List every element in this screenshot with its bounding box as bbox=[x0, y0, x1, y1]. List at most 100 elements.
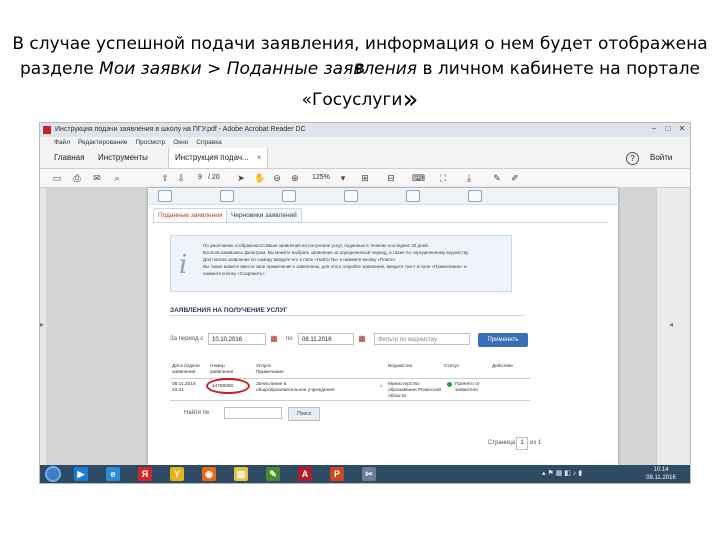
menu-item-file[interactable]: Файл bbox=[54, 137, 70, 148]
select-icon[interactable]: ➤ bbox=[236, 173, 246, 183]
caption-line-2: разделе Мои заявки > Поданные заявления … bbox=[10, 57, 710, 81]
apply-button[interactable]: Применить bbox=[478, 333, 528, 347]
menu-item-window[interactable]: Окно bbox=[173, 137, 188, 148]
caption-line-3: «Госуслуги» bbox=[10, 85, 710, 115]
hand-icon[interactable]: ✋ bbox=[254, 173, 265, 183]
calendar-icon[interactable]: ▦ bbox=[268, 333, 280, 345]
nav-catalog-icon[interactable] bbox=[158, 190, 172, 202]
tab-close-icon[interactable]: × bbox=[257, 153, 262, 162]
menu-item-view[interactable]: Просмотр bbox=[136, 137, 166, 148]
tab-document[interactable]: Инструкция подач... × bbox=[168, 148, 269, 168]
pager-current-input[interactable]: 1 bbox=[516, 437, 528, 450]
to-label: по bbox=[286, 336, 293, 342]
column-header-date: Дата подачи заявления bbox=[172, 364, 200, 375]
caption-line-2-prefix: разделе bbox=[19, 59, 100, 79]
print-icon[interactable]: ⎙ bbox=[72, 173, 82, 183]
fit-page-icon[interactable]: ⊞ bbox=[360, 173, 370, 183]
document-viewer[interactable]: ▸ ◂ Поданные заявления Черновики заявлен… bbox=[40, 188, 690, 465]
portal-nav-strip bbox=[148, 188, 618, 205]
info-line: Вы также можете ввести свое примечание к… bbox=[203, 264, 467, 269]
nav-payments-icon[interactable] bbox=[282, 190, 296, 202]
info-line: По умолчанию отображаются Ваши заявления… bbox=[203, 243, 429, 248]
pdf-icon bbox=[43, 126, 51, 134]
nav-settings-icon[interactable] bbox=[406, 190, 420, 202]
comment-icon[interactable]: ✎ bbox=[492, 173, 502, 183]
nav-orders-icon[interactable] bbox=[220, 190, 234, 202]
info-icon: i bbox=[179, 250, 188, 280]
firefox-icon[interactable]: ◉ bbox=[202, 467, 216, 481]
status-ok-icon bbox=[447, 382, 452, 387]
chevron-down-icon[interactable]: ▾ bbox=[338, 173, 348, 183]
close-icon[interactable]: ✕ bbox=[678, 125, 686, 133]
scroll-mode-icon[interactable]: ⊟ bbox=[386, 173, 396, 183]
powerpoint-icon[interactable]: P bbox=[330, 467, 344, 481]
date-from-input[interactable]: 10.10.2016 bbox=[208, 333, 266, 345]
page-down-icon[interactable]: ⇩ bbox=[176, 173, 186, 183]
nav-documents-icon[interactable] bbox=[344, 190, 358, 202]
mail-icon[interactable]: ✉ bbox=[92, 173, 102, 183]
ie-icon[interactable]: e bbox=[106, 467, 120, 481]
tab-home[interactable]: Главная bbox=[48, 148, 90, 168]
download-icon[interactable]: ⤓ bbox=[464, 173, 474, 183]
maximize-icon[interactable]: □ bbox=[664, 125, 672, 133]
tab-draft-applications[interactable]: Черновики заявлений bbox=[226, 208, 302, 223]
search-button[interactable]: Поиск bbox=[288, 407, 320, 421]
nav-messages-icon[interactable] bbox=[468, 190, 482, 202]
snipping-icon[interactable]: ✂ bbox=[362, 467, 376, 481]
keyboard-icon[interactable]: ⌨ bbox=[412, 173, 425, 183]
number-highlight-ellipse bbox=[206, 378, 250, 394]
right-pane[interactable]: ◂ bbox=[656, 188, 690, 465]
caption-quote-close: » bbox=[402, 85, 419, 115]
yandex-browser-icon[interactable]: Y bbox=[170, 467, 184, 481]
fullscreen-icon[interactable]: ⛶ bbox=[438, 173, 448, 183]
app-tab-bar: Главная Инструменты Инструкция подач... ×… bbox=[40, 148, 690, 169]
info-line: Воспользовавшись фильтром, Вы можете выб… bbox=[203, 250, 469, 255]
explorer-icon[interactable]: ▤ bbox=[234, 467, 248, 481]
menu-item-help[interactable]: Справка bbox=[196, 137, 222, 148]
save-icon[interactable]: ▭ bbox=[52, 173, 62, 183]
info-text: По умолчанию отображаются Ваши заявления… bbox=[203, 242, 503, 277]
zoom-in-icon[interactable]: ⊕ bbox=[290, 173, 300, 183]
tab-tools[interactable]: Инструменты bbox=[92, 148, 154, 168]
zoom-level[interactable]: 125% bbox=[312, 169, 330, 187]
system-tray[interactable]: ▴ ⚑ ▦ ◧ ♪ ▮ bbox=[542, 469, 582, 477]
pager-total: из 1 bbox=[530, 440, 542, 446]
left-pane-toggle[interactable]: ▸ bbox=[40, 188, 46, 465]
right-arrow-icon[interactable]: ◂ bbox=[669, 320, 673, 329]
search-icon[interactable]: ⌕ bbox=[112, 173, 122, 183]
minimize-icon[interactable]: – bbox=[650, 125, 658, 133]
column-header-number: Номер заявления bbox=[210, 364, 234, 375]
chevron-right-icon[interactable]: › bbox=[380, 383, 382, 390]
row-service[interactable]: Зачисление в общеобразовательное учрежде… bbox=[256, 382, 336, 394]
clock[interactable]: 10:14 09.11.2016 bbox=[636, 466, 686, 482]
column-header-department: Ведомство bbox=[388, 364, 413, 369]
section-title: ЗАЯВЛЕНИЯ НА ПОЛУЧЕНИЕ УСЛУГ bbox=[170, 307, 288, 314]
help-icon[interactable]: ? bbox=[626, 152, 639, 165]
left-arrow-icon[interactable]: ▸ bbox=[40, 320, 44, 329]
column-header-service: Услуга Примечание bbox=[256, 364, 284, 375]
page-up-icon[interactable]: ⇧ bbox=[160, 173, 170, 183]
find-number-input[interactable] bbox=[224, 407, 282, 419]
caption-line-3-text: «Госуслуги bbox=[301, 90, 403, 110]
page-number-input[interactable]: 9 bbox=[198, 169, 202, 187]
caption-path: Мои заявки > Поданные заявления bbox=[99, 59, 418, 79]
date-to-input[interactable]: 08.11.2016 bbox=[298, 333, 354, 345]
start-button[interactable] bbox=[45, 466, 61, 482]
login-link[interactable]: Войти bbox=[650, 148, 672, 168]
paint-icon[interactable]: ✎ bbox=[266, 467, 280, 481]
page-total: / 20 bbox=[208, 174, 220, 181]
highlight-pen-icon[interactable]: ✐ bbox=[510, 173, 520, 183]
section-divider bbox=[170, 315, 525, 316]
acrobat-icon[interactable]: A bbox=[298, 467, 312, 481]
media-player-icon[interactable]: ▶ bbox=[74, 467, 88, 481]
period-label: За период с bbox=[170, 336, 204, 342]
menu-bar: Файл Редактирование Просмотр Окно Справк… bbox=[40, 137, 690, 148]
menu-item-edit[interactable]: Редактирование bbox=[78, 137, 128, 148]
calendar-icon[interactable]: ▦ bbox=[356, 333, 368, 345]
yandex-icon[interactable]: Я bbox=[138, 467, 152, 481]
department-filter-select[interactable]: Фильтр по ведомству bbox=[374, 333, 470, 345]
window-controls: – □ ✕ bbox=[650, 125, 686, 133]
zoom-out-icon[interactable]: ⊖ bbox=[272, 173, 282, 183]
row-status: Принято от заявителя bbox=[455, 382, 480, 393]
table-row-divider bbox=[170, 400, 530, 401]
